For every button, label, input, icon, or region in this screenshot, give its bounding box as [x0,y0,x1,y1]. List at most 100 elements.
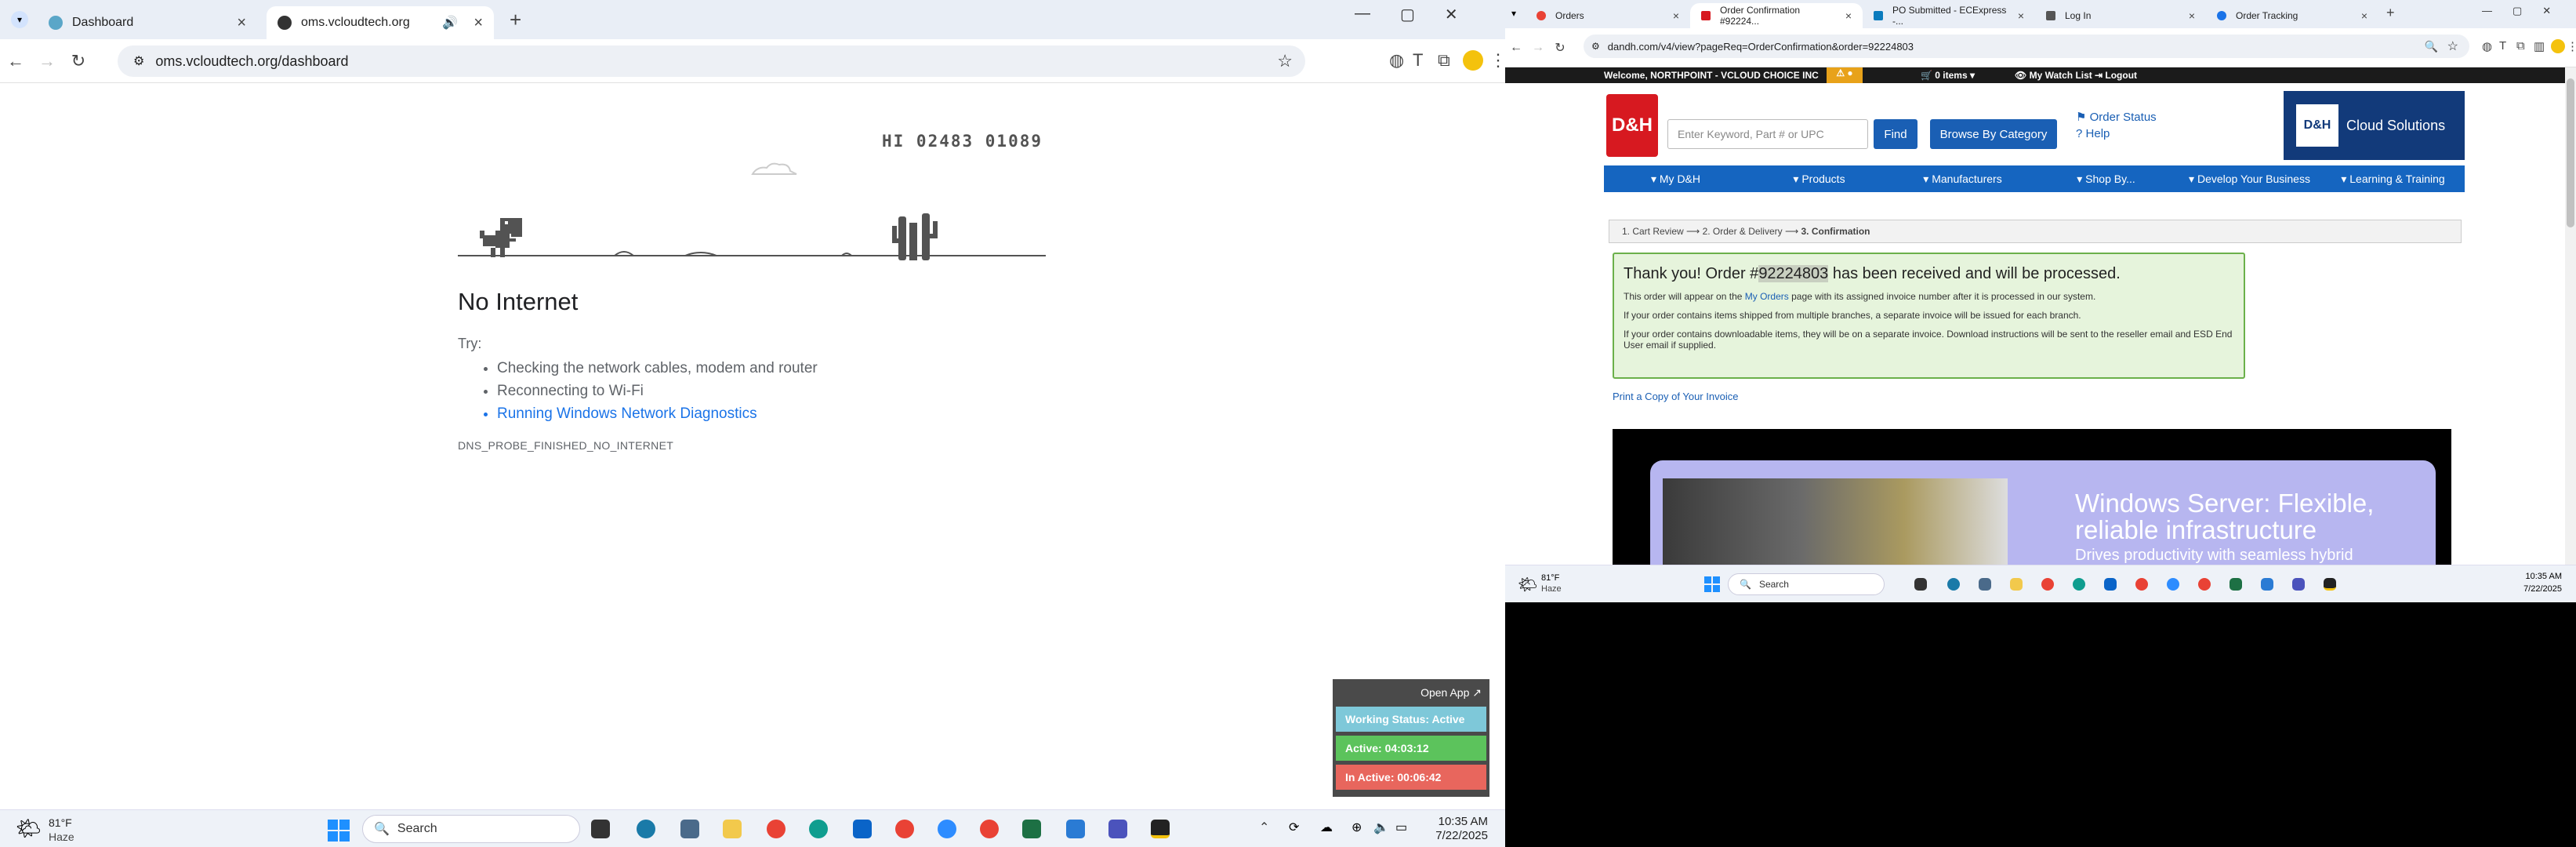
edge-icon[interactable] [2073,578,2085,591]
tab-order-tracking[interactable]: Order Tracking × [2206,3,2378,28]
windows-start-icon[interactable] [328,820,350,842]
zoom-icon[interactable] [938,820,956,838]
address-bar[interactable]: ⚙ dandh.com/v4/view?pageReq=OrderConfirm… [1584,35,2469,58]
close-tab-icon[interactable]: × [473,14,483,32]
tab-oms[interactable]: oms.vcloudtech.org 🔊 × [267,6,494,39]
app-icon[interactable] [1947,578,1960,591]
file-explorer-dark-icon[interactable] [591,820,610,838]
reload-icon[interactable]: ↻ [63,51,94,71]
tab-orders[interactable]: Orders × [1526,3,1690,28]
close-tab-icon[interactable]: × [1673,9,1679,22]
open-app-button[interactable]: Open App ↗ [1336,682,1486,703]
reload-icon[interactable]: ↻ [1549,40,1571,56]
extension-icon[interactable]: ◍ [2482,39,2492,53]
windows-start-icon[interactable] [1704,576,1720,592]
tab-log-in[interactable]: Log In × [2035,3,2206,28]
zoom-icon[interactable]: 🔍 [2425,40,2438,53]
minimize-icon[interactable]: — [1355,5,1370,24]
teams-icon[interactable] [1108,820,1127,838]
edge-icon[interactable] [809,820,828,838]
app-icon[interactable] [637,820,655,838]
calculator-icon[interactable] [680,820,699,838]
browse-category-button[interactable]: Browse By Category [1930,119,2057,149]
windows-server-banner[interactable]: Windows Server: Flexible, reliable infra… [1613,429,2451,565]
nav-products[interactable]: ▾ Products [1747,173,1891,186]
sticky-notes-icon[interactable] [1151,820,1170,838]
tab-search-button[interactable]: ▾ [1511,8,1516,19]
calculator-icon[interactable] [1979,578,1991,591]
cart-link[interactable]: 🛒 0 items ▾ [1921,70,1999,81]
network-icon[interactable]: ⊕ [1351,820,1362,835]
cloud-tray-icon[interactable]: ☁ [1320,820,1333,835]
menu-icon[interactable]: ⋮ [1489,50,1505,71]
extensions-puzzle-icon[interactable]: ⧉ [1438,50,1450,71]
close-window-icon[interactable]: ✕ [2542,5,2551,17]
site-info-icon[interactable]: ⚙ [133,53,144,69]
photos-icon[interactable] [2261,578,2273,591]
speaker-icon[interactable]: 🔊 [442,15,458,31]
tab-dashboard[interactable]: Dashboard × [38,6,257,39]
photos-icon[interactable] [1066,820,1085,838]
address-bar[interactable]: ⚙ oms.vcloudtech.org/dashboard ☆ [118,45,1305,77]
volume-icon[interactable]: 🔈 [1373,820,1389,835]
nav-learning-training[interactable]: ▾ Learning & Training [2321,173,2465,186]
product-search-input[interactable]: Enter Keyword, Part # or UPC [1667,119,1868,149]
tab-po-submitted[interactable]: PO Submitted - ECExpress -... × [1863,3,2035,28]
close-tab-icon[interactable]: × [2361,9,2367,22]
maximize-icon[interactable]: ▢ [2513,5,2522,17]
logout-link[interactable]: ⇥ Logout [2095,70,2137,81]
battery-icon[interactable]: ▭ [1395,820,1407,835]
menu-icon[interactable]: ⋮ [2567,39,2576,53]
chrome-icon[interactable] [2041,578,2054,591]
nav-develop-business[interactable]: ▾ Develop Your Business [2178,173,2321,186]
extension-icon[interactable]: ◍ [1389,50,1404,71]
back-icon[interactable]: ← [1505,41,1527,55]
outlook-icon[interactable] [853,820,872,838]
file-explorer-dark-icon[interactable] [1914,578,1927,591]
sync-icon[interactable]: ⟳ [1289,820,1299,835]
new-tab-icon[interactable]: + [510,8,521,32]
scrollbar-thumb[interactable] [2567,78,2574,227]
order-status-link[interactable]: ⚑ Order Status [2076,110,2157,124]
clock-date[interactable]: 7/22/2025 [1417,829,1488,842]
close-tab-icon[interactable]: × [237,14,246,32]
page-scrollbar[interactable] [2565,67,2576,566]
weather-icon[interactable]: 🌤 [1518,575,1537,594]
outlook-icon[interactable] [2104,578,2117,591]
forward-icon[interactable]: → [1527,41,1549,55]
taskbar-search[interactable]: 🔍 Search [1728,573,1885,595]
new-tab-icon[interactable]: + [2386,5,2395,21]
close-window-icon[interactable]: ✕ [1445,5,1458,24]
nav-shop-by[interactable]: ▾ Shop By... [2034,173,2178,186]
site-info-icon[interactable]: ⚙ [1591,41,1600,52]
teams-icon[interactable] [2292,578,2305,591]
minimize-icon[interactable]: — [2482,5,2492,17]
clock-time[interactable]: 10:35 AM [2493,572,2562,581]
nav-my-dh[interactable]: ▾ My D&H [1604,173,1747,186]
dh-logo[interactable]: D&H [1606,94,1658,157]
zoom-icon[interactable] [2167,578,2179,591]
cloud-solutions-banner[interactable]: D&H Cloud Solutions [2284,91,2465,160]
folder-icon[interactable] [723,820,742,838]
alerts-icon[interactable]: ⚠ ● [1827,67,1863,83]
clock-time[interactable]: 10:35 AM [1417,815,1488,828]
maximize-icon[interactable]: ▢ [1400,5,1415,24]
side-panel-icon[interactable]: ▥ [2534,39,2545,53]
close-tab-icon[interactable]: × [1845,9,1852,22]
nav-manufacturers[interactable]: ▾ Manufacturers [1891,173,2034,186]
bookmark-star-icon[interactable]: ☆ [1277,51,1293,71]
chrome-icon-2[interactable] [2198,578,2211,591]
my-orders-link[interactable]: My Orders [1745,291,1789,302]
chrome-profile-icon[interactable] [895,820,914,838]
excel-icon[interactable] [1022,820,1041,838]
show-hidden-icons-icon[interactable]: ⌃ [1259,820,1269,835]
back-icon[interactable]: ← [0,51,31,71]
tab-search-button[interactable]: ▾ [11,11,28,28]
close-tab-icon[interactable]: × [2189,9,2195,22]
translate-icon[interactable]: T [2499,39,2506,53]
excel-icon[interactable] [2230,578,2242,591]
watch-list-link[interactable]: 👁 My Watch List [2015,70,2092,81]
translate-icon[interactable]: T [1413,50,1423,71]
profile-avatar-icon[interactable] [1463,50,1483,71]
chrome-icon[interactable] [767,820,785,838]
